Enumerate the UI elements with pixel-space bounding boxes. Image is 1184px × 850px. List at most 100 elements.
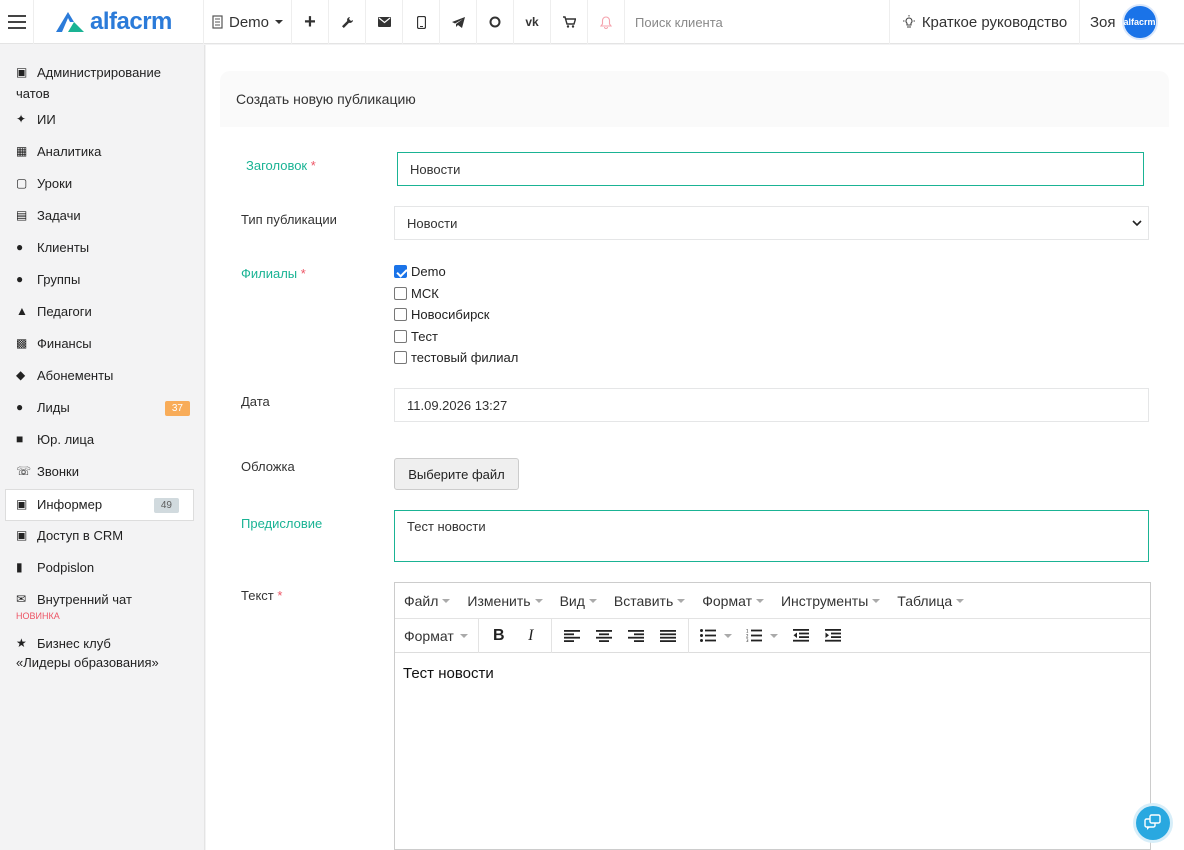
menu-tools[interactable]: Инструменты [776, 593, 885, 609]
bullet-list-icon [699, 629, 716, 642]
graduation-cap-icon: ▲ [16, 304, 28, 318]
menu-file[interactable]: Файл [399, 593, 455, 609]
sidebar-item-subscriptions[interactable]: ◆ Абонементы [0, 361, 204, 393]
file-icon: ▮ [16, 560, 23, 574]
chat-icon [489, 16, 501, 28]
support-chat-button[interactable] [1136, 806, 1170, 840]
checkbox[interactable] [394, 286, 407, 300]
sidebar-item-ai[interactable]: ✦ ИИ [0, 109, 204, 137]
editor-content-area[interactable]: Тест новости [395, 653, 1150, 694]
menu-view[interactable]: Вид [555, 593, 602, 609]
preface-textarea[interactable]: Тест новости [394, 510, 1149, 562]
client-search-input[interactable]: Поиск клиента [625, 0, 890, 44]
sidebar-item-analytics[interactable]: ▦ Аналитика [0, 137, 204, 169]
user-menu[interactable]: Зоя alfacrm [1080, 0, 1177, 44]
sidebar-item-legal-entities[interactable]: ■ Юр. лица [0, 425, 204, 457]
search-placeholder: Поиск клиента [635, 14, 723, 30]
chevron-down-icon [872, 598, 881, 603]
indent-button[interactable] [817, 623, 849, 649]
telegram-button[interactable] [440, 0, 477, 44]
sidebar-item-lessons[interactable]: ▢ Уроки [0, 169, 204, 201]
numbered-list-button[interactable]: 123 [739, 623, 785, 649]
rich-text-editor: Файл Изменить Вид Вставить Формат Инстру… [394, 582, 1151, 850]
sidebar-item-podpislon[interactable]: ▮ Podpislon [0, 553, 204, 585]
building-icon [212, 15, 223, 29]
justify-button[interactable] [652, 623, 684, 649]
chevron-down-icon [769, 633, 778, 638]
chevron-down-icon [723, 633, 732, 638]
vk-button[interactable]: vk [514, 0, 551, 44]
date-input[interactable]: 11.09.2026 13:27 [394, 388, 1149, 422]
leads-count-badge: 37 [164, 401, 190, 416]
sparkle-icon: ✦ [16, 112, 27, 126]
lightbulb-icon [902, 15, 915, 28]
menu-insert[interactable]: Вставить [609, 593, 690, 609]
checkbox-checked[interactable] [394, 265, 407, 279]
outdent-button[interactable] [785, 623, 817, 649]
phone-icon: ☏ [16, 464, 32, 478]
menu-table[interactable]: Таблица [892, 593, 969, 609]
sidebar-item-groups[interactable]: ● Группы [0, 265, 204, 297]
align-center-button[interactable] [588, 623, 620, 649]
align-right-button[interactable] [620, 623, 652, 649]
branch-checkbox-test[interactable]: Тест [394, 326, 518, 348]
phone-button[interactable] [403, 0, 440, 44]
main-content: Создать новую публикацию Заголовок * Нов… [206, 45, 1184, 850]
sidebar-item-clients[interactable]: ● Клиенты [0, 233, 204, 265]
sidebar-item-leads[interactable]: ● Лиды 37 [0, 393, 204, 425]
align-left-button[interactable] [556, 623, 588, 649]
plus-button[interactable]: + [292, 0, 329, 44]
checkbox[interactable] [394, 329, 407, 343]
map-icon: ▦ [16, 144, 28, 158]
telegram-icon [451, 16, 465, 28]
sidebar-item-business-club[interactable]: ★ Бизнес клуб «Лидеры образования» [0, 629, 204, 677]
branch-checkbox-novosibirsk[interactable]: Новосибирск [394, 304, 518, 326]
sidebar-item-tasks[interactable]: ▤ Задачи [0, 201, 204, 233]
chevron-down-icon [588, 598, 597, 603]
menu-edit[interactable]: Изменить [462, 593, 547, 609]
chats-icon: ▣ [16, 65, 28, 79]
format-dropdown[interactable]: Формат [399, 628, 474, 644]
chat-button[interactable] [477, 0, 514, 44]
sidebar-item-chat-admin[interactable]: ▣ Администрирование чатов [0, 63, 204, 109]
logo[interactable]: alfacrm [34, 0, 204, 44]
checkbox[interactable] [394, 351, 407, 365]
bullet-list-button[interactable] [693, 623, 739, 649]
checkbox[interactable] [394, 308, 407, 322]
briefcase-icon: ■ [16, 432, 24, 446]
notifications-button[interactable] [588, 0, 625, 44]
italic-button[interactable]: I [515, 623, 547, 649]
bold-button[interactable]: B [483, 623, 515, 649]
user-icon: ● [16, 240, 24, 254]
sidebar-item-finance[interactable]: ▩ Финансы [0, 329, 204, 361]
quick-guide-link[interactable]: Краткое руководство [890, 0, 1080, 44]
sidebar-item-informer[interactable]: ▣ Информер 49 [5, 489, 194, 521]
numbered-list-icon: 123 [746, 629, 762, 642]
preface-label: Предисловие [241, 516, 323, 531]
text-label: Текст * [241, 588, 283, 603]
wrench-button[interactable] [329, 0, 366, 44]
bold-icon: B [492, 626, 505, 644]
mail-button[interactable] [366, 0, 403, 44]
plus-icon: + [304, 10, 316, 33]
align-left-icon [563, 629, 580, 642]
branch-selector[interactable]: Demo [204, 0, 292, 44]
bell-icon [600, 15, 612, 29]
menu-format[interactable]: Формат [697, 593, 769, 609]
sidebar-item-teachers[interactable]: ▲ Педагоги [0, 297, 204, 329]
user-plus-icon: ● [16, 400, 24, 414]
sidebar-item-internal-chat[interactable]: ✉ Внутренний чат НОВИНКА [0, 585, 204, 629]
cart-icon [562, 16, 576, 28]
choose-file-button[interactable]: Выберите файл [394, 458, 519, 490]
sidebar-item-calls[interactable]: ☏ Звонки [0, 457, 204, 489]
menu-toggle-button[interactable] [0, 0, 34, 44]
branch-checkbox-test-branch[interactable]: тестовый филиал [394, 347, 518, 369]
user-name: Зоя [1090, 13, 1116, 31]
vk-icon: vk [525, 15, 539, 29]
branch-checkbox-msk[interactable]: МСК [394, 283, 518, 305]
title-input[interactable]: Новости [397, 152, 1144, 186]
cart-button[interactable] [551, 0, 588, 44]
sidebar-item-crm-access[interactable]: ▣ Доступ в CRM [0, 521, 204, 553]
branch-checkbox-demo[interactable]: Demo [394, 261, 518, 283]
publication-type-select[interactable]: Новости [394, 206, 1149, 240]
